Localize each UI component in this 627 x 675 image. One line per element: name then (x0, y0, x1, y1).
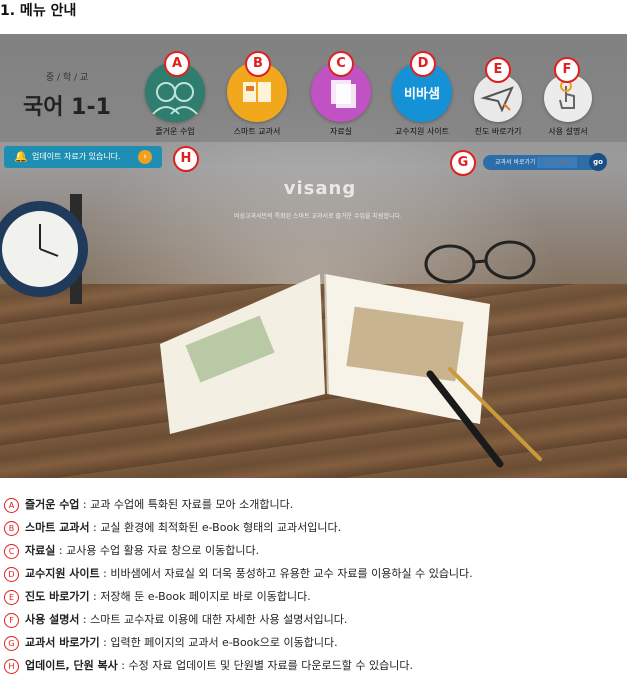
glasses-image (424, 240, 536, 284)
menu-item-label: 스마트 교과서 (233, 127, 281, 136)
description-term: 사용 설명서 (25, 613, 80, 626)
description-term: 교과서 바로가기 (25, 636, 100, 649)
description-text: : 저장해 둔 e-Book 페이지로 바로 이동합니다. (89, 590, 311, 603)
menu-item-label: 자료실 (329, 127, 353, 136)
description-text: : 교사용 수업 활용 자료 창으로 이동합니다. (55, 544, 260, 557)
description-marker: E (4, 589, 19, 605)
description-term: 즐거운 수업 (25, 498, 80, 511)
description-row: A 즐거운 수업 : 교과 수업에 특화된 자료를 모아 소개합니다. (4, 496, 293, 513)
goto-go-button[interactable]: go (589, 153, 607, 171)
description-row: G 교과서 바로가기 : 입력한 페이지의 교과서 e-Book으로 이동합니다. (4, 634, 338, 651)
page-heading: 1. 메뉴 안내 (0, 3, 77, 19)
brand-logo: visang (283, 178, 357, 199)
description-marker: C (4, 543, 19, 559)
goto-label: 교과서 바로가기 (495, 159, 536, 166)
description-row: D 교수지원 사이트 : 비바샘에서 자료실 외 더욱 풍성하고 유용한 교수 자… (4, 565, 473, 582)
bell-icon: 🔔 (14, 150, 28, 163)
menu-item-label: 즐거운 수업 (155, 127, 195, 136)
marker-f: F (554, 57, 580, 83)
page-number-input[interactable] (537, 157, 577, 168)
subject-title: 국어 1-1 (23, 95, 111, 120)
description-text: : 교실 환경에 최적화된 e-Book 형태의 교과서입니다. (89, 521, 342, 534)
description-marker: A (4, 497, 19, 513)
description-text: : 비바샘에서 자료실 외 더욱 풍성하고 유용한 교수 자료를 이용하실 수 … (99, 567, 473, 580)
description-marker: B (4, 520, 19, 536)
description-text: : 스마트 교수자료 이용에 대한 자세한 사용 설명서입니다. (79, 613, 348, 626)
description-marker: D (4, 566, 19, 582)
school-level: 중 / 학 / 교 (45, 73, 89, 83)
marker-d: D (410, 51, 436, 77)
description-text: : 입력한 페이지의 교과서 e-Book으로 이동합니다. (99, 636, 338, 649)
pen-image (426, 367, 542, 468)
menu-item-label: 사용 설명서 (548, 127, 588, 136)
marker-e: E (485, 57, 511, 83)
marker-h: H (173, 146, 199, 172)
brand-slogan: 비상교과서만의 특화된 스마트 교과서로 즐거운 수업을 지원합니다. (234, 213, 402, 220)
description-term: 업데이트, 단원 복사 (25, 659, 118, 672)
vivasam-logo-text: 비바샘 (404, 87, 440, 102)
alarm-clock-icon (0, 194, 88, 304)
description-term: 교수지원 사이트 (25, 567, 100, 580)
description-marker: G (4, 635, 19, 651)
description-term: 자료실 (25, 544, 56, 557)
textbook-goto-bar: 교과서 바로가기 go (483, 153, 607, 171)
app-screenshot: 중 / 학 / 교 국어 1-1 즐거운 수업 스마트 교과서 자료실 비바샘 … (0, 34, 627, 478)
description-row: B 스마트 교과서 : 교실 환경에 최적화된 e-Book 형태의 교과서입니다… (4, 519, 341, 536)
description-row: H 업데이트, 단원 복사 : 수정 자료 업데이트 및 단원별 자료를 다운로드… (4, 657, 413, 674)
subject-info: 중 / 학 / 교 국어 1-1 (22, 70, 112, 121)
update-notice-label: 업데이트 자료가 있습니다. (32, 152, 121, 161)
update-notice-button[interactable]: 🔔 업데이트 자료가 있습니다. › (4, 146, 162, 168)
marker-c: C (328, 51, 354, 77)
marker-g: G (450, 150, 476, 176)
description-row: F 사용 설명서 : 스마트 교수자료 이용에 대한 자세한 사용 설명서입니다. (4, 611, 347, 628)
marker-a: A (164, 51, 190, 77)
description-marker: F (4, 612, 19, 628)
description-term: 진도 바로가기 (25, 590, 90, 603)
description-row: C 자료실 : 교사용 수업 활용 자료 창으로 이동합니다. (4, 542, 259, 559)
description-text: : 수정 자료 업데이트 및 단원별 자료를 다운로드할 수 있습니다. (117, 659, 413, 672)
marker-b: B (245, 51, 271, 77)
chevron-right-icon: › (138, 150, 152, 164)
description-marker: H (4, 658, 19, 674)
description-text: : 교과 수업에 특화된 자료를 모아 소개합니다. (79, 498, 294, 511)
description-term: 스마트 교과서 (25, 521, 90, 534)
description-row: E 진도 바로가기 : 저장해 둔 e-Book 페이지로 바로 이동합니다. (4, 588, 311, 605)
